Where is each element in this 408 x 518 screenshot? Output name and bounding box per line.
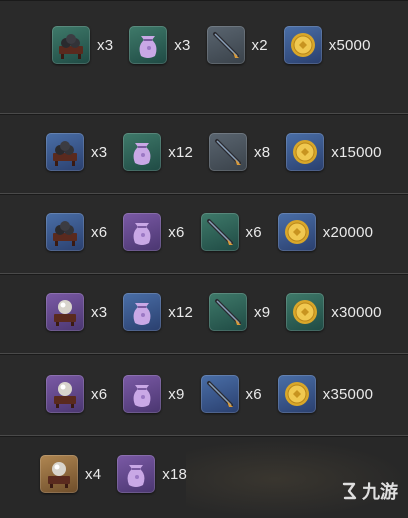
pearl-stand-icon — [46, 293, 84, 331]
reward-item[interactable]: x30000 — [286, 293, 391, 331]
reward-items-row-3: x6 x6 x6 x20000 — [46, 213, 389, 251]
item-quantity: x18 — [162, 465, 188, 483]
reward-item[interactable]: x4 — [40, 455, 111, 493]
reward-item[interactable]: x12 — [123, 133, 203, 171]
reward-item[interactable]: x6 — [46, 213, 117, 251]
item-quantity: x15000 — [331, 143, 382, 161]
item-quantity: x6 — [245, 385, 262, 403]
item-quantity: x3 — [174, 36, 191, 54]
reward-item[interactable]: x15000 — [286, 133, 391, 171]
pouch-icon — [117, 455, 156, 493]
item-quantity: x6 — [91, 223, 108, 241]
pouch-icon — [123, 293, 162, 331]
item-quantity: x12 — [168, 303, 194, 321]
reward-items-row-5: x6 x9 x6 x35000 — [46, 375, 389, 413]
reward-item[interactable]: x6 — [200, 375, 272, 413]
incense-burner-icon — [46, 133, 84, 171]
pearl-stand-icon — [40, 455, 78, 493]
coin-icon — [277, 375, 316, 413]
reward-item[interactable]: x3 — [46, 133, 117, 171]
reward-items-row-1: x3 x3 x2 x5000 — [52, 26, 387, 64]
arrow-blade-icon — [200, 213, 239, 251]
reward-item[interactable]: x20000 — [277, 213, 383, 251]
item-quantity: x12 — [168, 143, 194, 161]
item-quantity: x20000 — [322, 223, 374, 241]
item-quantity: x2 — [251, 36, 268, 54]
reward-item[interactable]: x6 — [123, 213, 194, 251]
coin-icon — [286, 133, 325, 171]
pouch-icon — [123, 213, 162, 251]
reward-item[interactable]: x12 — [123, 293, 203, 331]
item-quantity: x6 — [91, 385, 108, 403]
item-quantity: x5000 — [328, 36, 371, 54]
coin-icon — [277, 213, 316, 251]
reward-item[interactable]: x6 — [200, 213, 272, 251]
watermark-text: 九游 — [362, 482, 398, 502]
item-quantity: x9 — [168, 385, 185, 403]
reward-item[interactable]: x9 — [123, 375, 194, 413]
reward-item[interactable]: x3 — [46, 293, 117, 331]
reward-item[interactable]: x9 — [209, 293, 280, 331]
watermark: 九游 — [340, 478, 398, 504]
item-quantity: x30000 — [331, 303, 382, 321]
reward-item[interactable]: x35000 — [277, 375, 383, 413]
pouch-icon — [123, 133, 162, 171]
reward-item[interactable]: x3 — [52, 26, 123, 64]
incense-burner-icon — [52, 26, 90, 64]
incense-burner-icon — [46, 213, 84, 251]
item-quantity: x3 — [97, 36, 114, 54]
reward-item[interactable]: x5000 — [283, 26, 381, 64]
pouch-icon — [123, 375, 162, 413]
item-quantity: x3 — [91, 143, 108, 161]
item-quantity: x9 — [254, 303, 271, 321]
arrow-blade-icon — [200, 375, 239, 413]
arrow-blade-icon — [206, 26, 245, 64]
reward-item[interactable]: x2 — [206, 26, 278, 64]
reward-items-row-4: x3 x12 x9 x30000 — [46, 293, 398, 331]
arrow-blade-icon — [209, 293, 248, 331]
reward-item[interactable]: x6 — [46, 375, 117, 413]
item-quantity: x35000 — [322, 385, 374, 403]
arrow-blade-icon — [209, 133, 248, 171]
item-quantity: x3 — [91, 303, 108, 321]
coin-icon — [286, 293, 325, 331]
item-quantity: x6 — [168, 223, 185, 241]
reward-items-row-6: x4 x18 — [40, 455, 203, 493]
nineyou-logo-icon — [342, 482, 357, 500]
pearl-stand-icon — [46, 375, 84, 413]
reward-item[interactable]: x3 — [129, 26, 200, 64]
reward-item[interactable]: x8 — [209, 133, 280, 171]
item-quantity: x6 — [245, 223, 262, 241]
item-quantity: x8 — [254, 143, 271, 161]
item-quantity: x4 — [85, 465, 102, 483]
reward-items-row-2: x3 x12 x8 x15000 — [46, 133, 398, 171]
pouch-icon — [129, 26, 168, 64]
coin-icon — [283, 26, 322, 64]
